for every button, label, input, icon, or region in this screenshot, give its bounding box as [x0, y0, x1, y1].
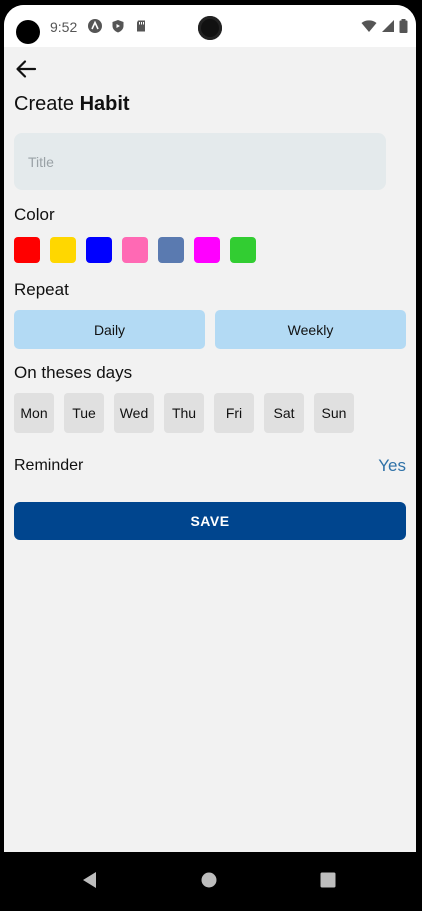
days-label: On theses days	[14, 363, 133, 382]
color-swatch[interactable]	[86, 237, 112, 263]
square-recents-icon	[320, 872, 336, 888]
reminder-toggle[interactable]: Yes	[378, 456, 406, 476]
assistant-icon	[88, 19, 102, 33]
reminder-label: Reminder	[14, 457, 84, 474]
nav-home-button[interactable]	[197, 868, 221, 892]
day-button-sun[interactable]: Sun	[314, 393, 354, 433]
day-button-sat[interactable]: Sat	[264, 393, 304, 433]
back-button[interactable]	[12, 55, 40, 83]
front-camera-icon	[198, 16, 222, 40]
system-indicators	[361, 19, 408, 38]
sd-card-icon	[134, 19, 148, 33]
page-title-bold: Habit	[79, 93, 130, 115]
navigation-bar	[0, 852, 422, 911]
battery-icon	[399, 19, 408, 38]
day-button-thu[interactable]: Thu	[164, 393, 204, 433]
triangle-back-icon	[83, 872, 96, 888]
page-title: Create Habit	[14, 93, 130, 116]
title-input[interactable]	[14, 133, 386, 190]
color-swatch[interactable]	[122, 237, 148, 263]
status-time: 9:52	[50, 19, 78, 35]
day-button-tue[interactable]: Tue	[64, 393, 104, 433]
color-swatches	[14, 237, 256, 263]
days-options: Mon Tue Wed Thu Fri Sat Sun	[14, 393, 354, 433]
repeat-option-weekly[interactable]: Weekly	[215, 310, 406, 349]
status-bar: 9:52	[4, 5, 416, 47]
day-button-mon[interactable]: Mon	[14, 393, 54, 433]
app-screen: 9:52 Create Habit Title Color Repeat Dai…	[4, 5, 416, 906]
nav-recents-button[interactable]	[316, 868, 340, 892]
arrow-left-icon	[16, 60, 37, 78]
page-title-prefix: Create	[14, 93, 80, 115]
cell-signal-icon	[381, 19, 395, 38]
color-label: Color	[14, 205, 55, 224]
repeat-options: Daily Weekly	[14, 310, 406, 349]
wifi-icon	[361, 19, 377, 38]
repeat-label: Repeat	[14, 280, 69, 299]
color-swatch[interactable]	[14, 237, 40, 263]
day-button-fri[interactable]: Fri	[214, 393, 254, 433]
phone-frame: 9:52 Create Habit Title Color Repeat Dai…	[0, 0, 422, 911]
camera-dot-icon	[16, 20, 40, 44]
save-button[interactable]: SAVE	[14, 502, 406, 540]
color-swatch[interactable]	[50, 237, 76, 263]
color-swatch[interactable]	[158, 237, 184, 263]
color-swatch[interactable]	[194, 237, 220, 263]
day-button-wed[interactable]: Wed	[114, 393, 154, 433]
circle-home-icon	[201, 872, 217, 888]
nav-back-button[interactable]	[78, 868, 102, 892]
color-swatch[interactable]	[230, 237, 256, 263]
repeat-option-daily[interactable]: Daily	[14, 310, 205, 349]
shield-icon	[111, 19, 125, 33]
